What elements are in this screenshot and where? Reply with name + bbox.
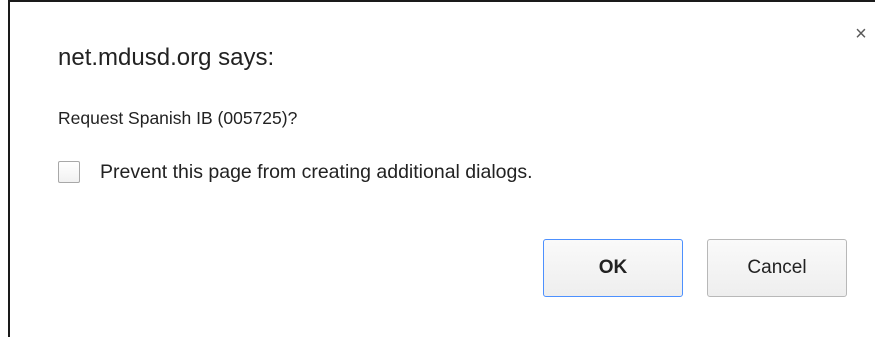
prevent-dialogs-option[interactable]: Prevent this page from creating addition… — [58, 159, 533, 185]
alert-dialog: × net.mdusd.org says: Request Spanish IB… — [8, 0, 875, 337]
dialog-title: net.mdusd.org says: — [58, 44, 275, 71]
close-icon[interactable]: × — [851, 24, 871, 44]
prevent-dialogs-checkbox[interactable] — [58, 161, 80, 183]
dialog-message: Request Spanish IB (005725)? — [58, 108, 298, 128]
prevent-dialogs-label[interactable]: Prevent this page from creating addition… — [100, 160, 533, 184]
ok-button[interactable]: OK — [543, 239, 683, 297]
cancel-button[interactable]: Cancel — [707, 239, 847, 297]
